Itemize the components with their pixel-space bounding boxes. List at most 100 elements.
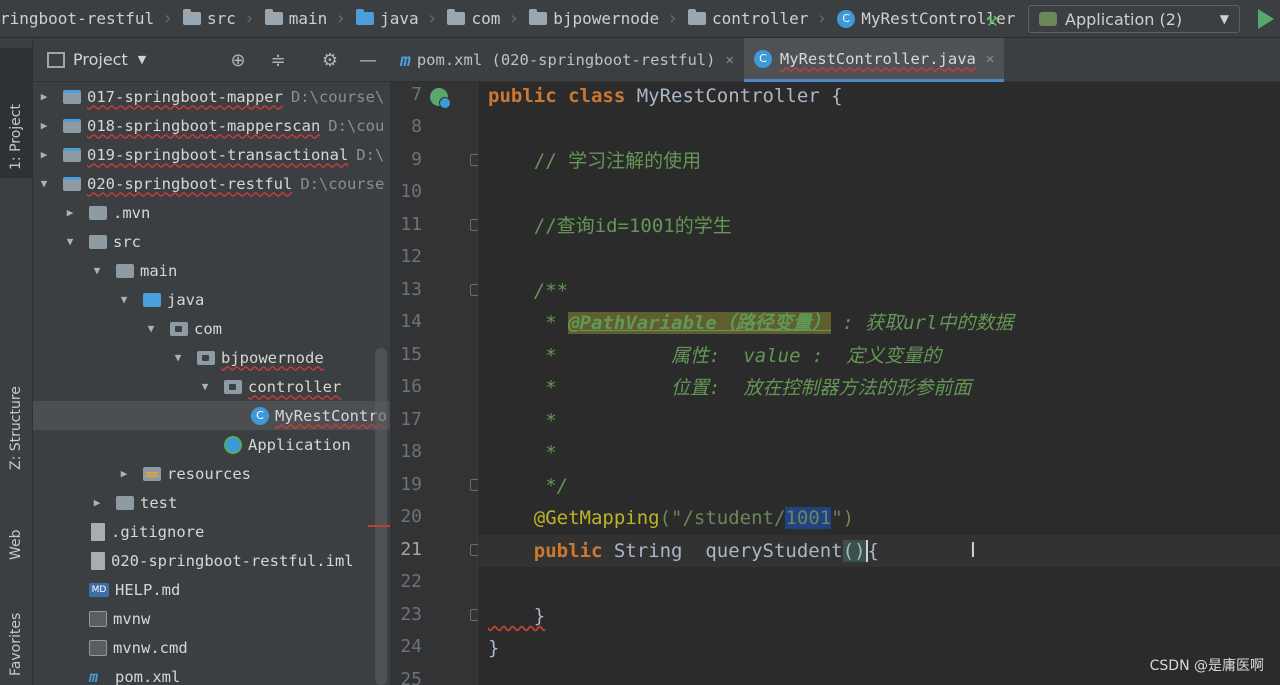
chevron-down-icon[interactable]: ▼ (171, 351, 185, 364)
folder-icon (89, 234, 107, 249)
tab-label: pom.xml (020-springboot-restful) (416, 51, 716, 69)
doc-text: : 获取url中的数据 (830, 312, 1014, 334)
code-editor[interactable]: public class MyRestController { // 学习注解的… (478, 82, 1280, 685)
chevron-right-icon[interactable]: ▶ (90, 496, 104, 509)
chevron-right-icon[interactable]: ▶ (117, 467, 131, 480)
project-scrollbar[interactable] (375, 348, 387, 685)
brace: { (867, 540, 879, 562)
breadcrumb-java[interactable]: java › (346, 0, 438, 37)
tool-tab-project[interactable]: 1: Project (0, 48, 33, 178)
close-icon[interactable]: ✕ (725, 52, 733, 68)
line-number: 17 (400, 409, 422, 430)
doc-annotation-tag: @PathVariable（路径变量） (568, 312, 831, 334)
breadcrumb-label: bjpowernode (553, 9, 660, 28)
code-line-17: * (488, 410, 557, 432)
chevron-right-icon[interactable]: ▶ (37, 90, 51, 103)
chevron-right-icon[interactable]: ▶ (37, 119, 51, 132)
chevron-down-icon[interactable]: ▼ (37, 177, 51, 190)
tree-item[interactable]: MD HELP.md (33, 575, 390, 604)
tree-item-label: 020-springboot-restful.iml (111, 551, 354, 570)
tree-item-selected[interactable]: C MyRestContro (33, 401, 390, 430)
closing-brace: } (488, 605, 546, 627)
close-icon[interactable]: ✕ (986, 51, 994, 67)
tool-tab-favorites[interactable]: Favorites (0, 578, 33, 678)
breadcrumb-com[interactable]: com › (437, 0, 519, 37)
tree-item[interactable]: mvnw (33, 604, 390, 633)
chevron-right-icon: › (426, 8, 438, 29)
class-icon: C (837, 9, 856, 28)
tree-item[interactable]: ▼ com (33, 314, 390, 343)
tree-item[interactable]: ▼ java (33, 285, 390, 314)
run-configuration-dropdown[interactable]: Application (2) ▼ (1028, 5, 1240, 33)
tree-item-label: 018-springboot-mapperscan (87, 116, 321, 135)
tree-item[interactable]: .gitignore (33, 517, 390, 546)
text-cursor-icon: I (970, 538, 976, 562)
tool-tab-label: Z: Structure (8, 386, 24, 470)
tree-item[interactable]: ▼ bjpowernode (33, 343, 390, 372)
code-line-9: // 学习注解的使用 (488, 150, 702, 172)
line-number-current: 21 (400, 539, 422, 560)
tree-item-path: D:\cou (328, 116, 385, 135)
tree-item-path: D:\ (356, 145, 385, 164)
tree-item[interactable]: ▼ src (33, 227, 390, 256)
tree-item[interactable]: ▶ .mvn (33, 198, 390, 227)
tree-item-label: mvnw.cmd (113, 638, 188, 657)
breadcrumb-module[interactable]: ringboot-restful › (0, 0, 173, 37)
tree-item[interactable]: ▶ 019-springboot-transactional D:\ (33, 140, 390, 169)
breadcrumb-label: src (206, 9, 236, 28)
breadcrumb-controller[interactable]: controller › (678, 0, 828, 37)
chevron-down-icon[interactable]: ▼ (117, 293, 131, 306)
locate-icon[interactable]: ⊕ (227, 50, 249, 72)
resources-folder-icon (143, 466, 161, 481)
chevron-down-icon[interactable]: ▼ (198, 380, 212, 393)
tree-item[interactable]: ▶ resources (33, 459, 390, 488)
tree-item-label: java (167, 290, 205, 309)
tree-item[interactable]: ▼ 020-springboot-restful D:\course (33, 169, 390, 198)
chevron-right-icon[interactable]: ▶ (63, 206, 77, 219)
gear-icon[interactable]: ⚙ (319, 50, 341, 72)
tree-item-label: controller (248, 377, 342, 396)
chevron-right-icon[interactable]: ▶ (37, 148, 51, 161)
breadcrumb-label: ringboot-restful (0, 9, 155, 28)
run-play-icon[interactable] (1258, 9, 1274, 29)
tool-tab-structure[interactable]: Z: Structure (0, 338, 33, 478)
tree-item-label: MyRestContro (275, 406, 387, 425)
tree-item[interactable]: ▶ 017-springboot-mapper D:\course\ (33, 82, 390, 111)
hide-panel-icon[interactable]: — (357, 50, 379, 72)
maven-icon: m (400, 49, 411, 71)
chevron-down-icon[interactable]: ▼ (63, 235, 77, 248)
package-icon (529, 9, 548, 25)
breadcrumb-bjpowernode[interactable]: bjpowernode › (519, 0, 678, 37)
tree-item[interactable]: ▶ test (33, 488, 390, 517)
chevron-down-icon[interactable]: ▼ (90, 264, 104, 277)
tree-item[interactable]: Application (33, 430, 390, 459)
tree-item[interactable]: ▼ main (33, 256, 390, 285)
tree-item[interactable]: ▶ 018-springboot-mapperscan D:\cou (33, 111, 390, 140)
module-icon (63, 176, 81, 191)
collapse-all-icon[interactable]: ≑ (267, 50, 289, 72)
chevron-down-icon[interactable]: ▼ (138, 53, 146, 66)
tree-item[interactable]: 020-springboot-restful.iml (33, 546, 390, 575)
chevron-right-icon: › (816, 8, 828, 29)
breadcrumb-label: controller (712, 9, 809, 28)
breadcrumb-src[interactable]: src › (173, 0, 255, 37)
tree-item[interactable]: mvnw.cmd (33, 633, 390, 662)
tab-myrestcontroller[interactable]: C MyRestController.java ✕ (743, 38, 1005, 82)
tree-item[interactable]: m pom.xml (33, 662, 390, 685)
chevron-right-icon: › (335, 8, 347, 29)
tree-item[interactable]: ▼ controller (33, 372, 390, 401)
left-tool-strip: 1: Project Z: Structure Web Favorites (0, 38, 33, 685)
editor-tab-bar: m pom.xml (020-springboot-restful) ✕ C MyRe… (390, 38, 1280, 82)
chevron-down-icon[interactable]: ▼ (144, 322, 158, 335)
project-panel-title[interactable]: Project (73, 50, 128, 69)
code-line-18: * (488, 442, 557, 464)
package-icon (447, 9, 466, 25)
line-number: 15 (400, 344, 422, 365)
build-hammer-icon[interactable]: ⚒ (986, 8, 1008, 30)
tab-pom-xml[interactable]: m pom.xml (020-springboot-restful) ✕ (390, 38, 744, 82)
terminal-file-icon (89, 610, 107, 627)
breadcrumb-main[interactable]: main › (255, 0, 347, 37)
line-number: 8 (411, 116, 422, 137)
spring-bean-icon[interactable] (430, 88, 451, 109)
tool-tab-web[interactable]: Web (0, 498, 33, 568)
